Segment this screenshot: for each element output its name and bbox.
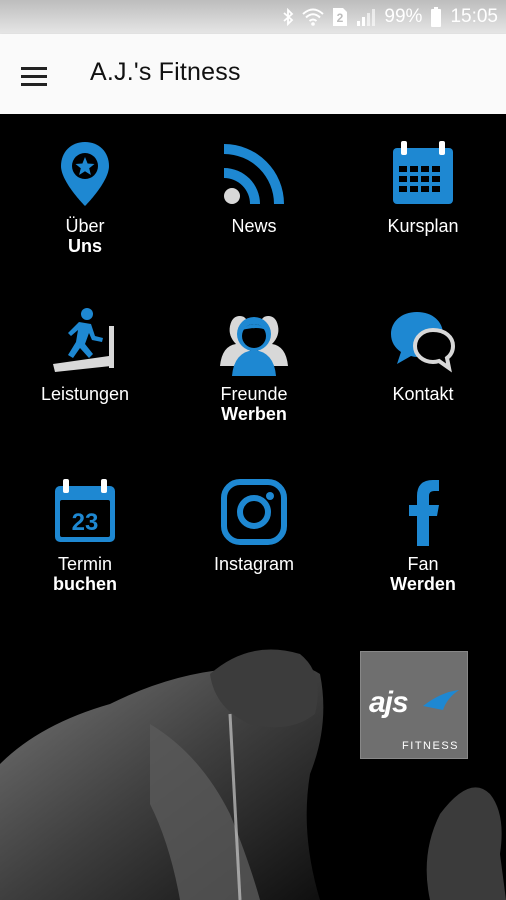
signal-icon: [357, 9, 376, 26]
tile-news[interactable]: News: [170, 114, 338, 274]
logo-wordmark: ajs: [369, 686, 409, 719]
tile-label: Kontakt: [392, 384, 454, 404]
tile-leistungen[interactable]: Leistungen: [1, 282, 169, 442]
tile-kursplan[interactable]: Kursplan: [339, 114, 506, 274]
tile-kontakt[interactable]: Kontakt: [339, 282, 506, 442]
wifi-icon: [302, 8, 325, 26]
tile-label: Kursplan: [387, 216, 459, 236]
tile-instagram[interactable]: Instagram: [170, 452, 338, 612]
tile-termin-buchen[interactable]: 23 Termin buchen: [1, 452, 169, 612]
status-bar: 2 99% 15:05: [0, 0, 506, 34]
map-pin-star-icon: [61, 142, 109, 206]
friends-icon: [220, 316, 288, 376]
clock: 15:05: [450, 6, 498, 27]
tile-freunde-werben[interactable]: Freunde Werben: [170, 282, 338, 442]
logo-swoosh-icon: [423, 690, 459, 710]
instagram-icon: [221, 479, 287, 545]
calendar-23-icon: 23: [55, 479, 115, 542]
bluetooth-icon: [283, 8, 294, 26]
tile-label: News: [231, 216, 277, 236]
svg-text:23: 23: [72, 509, 99, 536]
calendar-grid-icon: [393, 141, 453, 204]
app-bar: A.J.'s Fitness: [0, 34, 506, 114]
tile-label: Instagram: [213, 554, 295, 574]
sim-card-icon: 2: [333, 8, 348, 26]
main-content: Über Uns News Kursplan Leistungen Freunde…: [0, 114, 506, 900]
app-title: A.J.'s Fitness: [90, 58, 241, 86]
tile-label: Termin buchen: [52, 554, 117, 594]
hamburger-menu-button[interactable]: [14, 56, 54, 96]
tile-fan-werden[interactable]: Fan Werden: [339, 452, 506, 612]
logo-subtitle: FITNESS: [402, 740, 459, 752]
rss-icon: [224, 144, 284, 204]
ajs-fitness-logo: ajs FITNESS: [360, 651, 468, 759]
battery-icon: [431, 7, 442, 27]
tile-label: Leistungen: [40, 384, 130, 404]
tile-ueber-uns[interactable]: Über Uns: [1, 114, 169, 274]
svg-text:2: 2: [337, 11, 344, 25]
battery-percent: 99%: [384, 6, 423, 27]
tile-label: Fan Werden: [390, 554, 456, 594]
treadmill-icon: [53, 308, 114, 372]
chat-bubbles-icon: [391, 312, 456, 373]
tile-label: Freunde Werben: [220, 384, 288, 424]
facebook-icon: [409, 480, 439, 546]
tile-label: Über Uns: [65, 216, 105, 256]
